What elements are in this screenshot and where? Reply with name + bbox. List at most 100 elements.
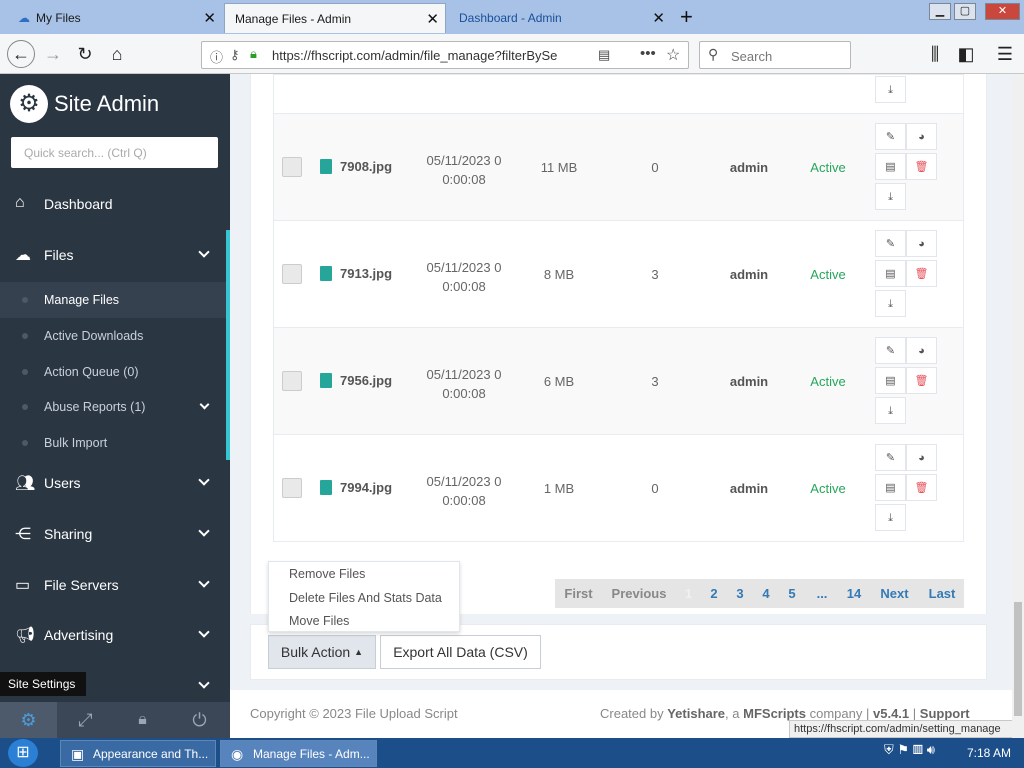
gear-icon[interactable]: ⚙: [0, 702, 57, 738]
quick-search-input[interactable]: Quick search... (Ctrl Q): [11, 137, 218, 168]
tab-manage-files[interactable]: Manage Files - Admin ✕: [224, 3, 446, 33]
fullscreen-icon[interactable]: ⤢: [57, 702, 114, 738]
pagination-last[interactable]: Last: [920, 579, 964, 608]
search-input[interactable]: ⚲ Search: [699, 41, 851, 69]
file-info-icon[interactable]: ▤: [875, 367, 906, 394]
sidebar-item-dashboard[interactable]: ⌂ Dashboard: [0, 179, 226, 229]
sidebar-toggle-icon[interactable]: ◧: [954, 42, 978, 66]
bulk-action-button[interactable]: Bulk Action ▲: [268, 635, 376, 669]
download-icon[interactable]: ⤓: [875, 183, 906, 210]
download-icon[interactable]: ⤓: [875, 290, 906, 317]
trash-icon[interactable]: 🗑︎: [906, 474, 937, 501]
pagination-previous[interactable]: Previous: [602, 579, 676, 608]
maximize-icon[interactable]: ▢: [954, 3, 976, 20]
pie-chart-icon[interactable]: ◕: [906, 123, 937, 150]
forward-icon[interactable]: →: [41, 42, 65, 66]
home-icon[interactable]: ⌂: [105, 42, 129, 66]
mfscripts-link[interactable]: MFScripts: [743, 706, 806, 721]
reader-view-icon[interactable]: ▤: [598, 47, 610, 63]
sidebar-subitem-abuse-reports[interactable]: Abuse Reports (1): [0, 389, 226, 425]
file-name-link[interactable]: 7908.jpg: [320, 159, 392, 174]
new-tab-icon[interactable]: +: [680, 4, 693, 30]
menu-item-remove-files[interactable]: Remove Files: [289, 567, 365, 581]
sidebar-item-file-servers[interactable]: ▭ File Servers: [0, 560, 226, 610]
trash-icon[interactable]: 🗑︎: [906, 367, 937, 394]
edit-icon[interactable]: ✎: [875, 230, 906, 257]
file-date: 05/11/2023 0 0:00:08: [419, 151, 509, 189]
pagination-page-current[interactable]: 1: [676, 579, 701, 608]
sidebar-item-users[interactable]: 👥︎ Users: [0, 458, 226, 508]
tab-dashboard[interactable]: Dashboard - Admin ✕: [449, 3, 671, 33]
lock-icon[interactable]: 🔒︎: [114, 702, 171, 738]
taskbar-item-appearance[interactable]: ▣ Appearance and Th...: [60, 740, 216, 767]
trash-icon[interactable]: 🗑︎: [906, 260, 937, 287]
bookmark-star-icon[interactable]: ☆: [666, 45, 680, 65]
start-button-icon[interactable]: ⊞: [8, 739, 38, 767]
menu-item-delete-files-stats[interactable]: Delete Files And Stats Data: [289, 591, 442, 605]
sidebar-subitem-manage-files[interactable]: Manage Files: [0, 282, 226, 318]
tab-my-files[interactable]: ☁ My Files ✕: [8, 3, 222, 33]
sidebar-item-files[interactable]: ☁ Files: [0, 230, 226, 280]
pie-chart-icon[interactable]: ◕: [906, 444, 937, 471]
menu-item-move-files[interactable]: Move Files: [289, 614, 349, 628]
search-placeholder: Search: [731, 49, 773, 64]
company-link[interactable]: Yetishare: [667, 706, 725, 721]
pie-chart-icon[interactable]: ◕: [906, 230, 937, 257]
download-icon[interactable]: ⤓: [875, 76, 906, 103]
row-checkbox[interactable]: [282, 371, 302, 391]
pagination-first[interactable]: First: [555, 579, 602, 608]
created-by: Created by: [600, 706, 664, 721]
url-text[interactable]: https://fhscript.com/admin/file_manage?f…: [272, 48, 562, 63]
file-info-icon[interactable]: ▤: [875, 260, 906, 287]
edit-icon[interactable]: ✎: [875, 123, 906, 150]
reload-icon[interactable]: ↻: [73, 42, 97, 66]
sidebar-subitem-active-downloads[interactable]: Active Downloads: [0, 318, 226, 354]
library-icon[interactable]: ⫼: [923, 42, 947, 66]
trash-icon[interactable]: 🗑︎: [906, 153, 937, 180]
pagination-page[interactable]: 2: [701, 579, 727, 608]
pagination-next[interactable]: Next: [869, 579, 920, 608]
close-tab-icon[interactable]: ✕: [652, 9, 665, 27]
sidebar-subitem-action-queue[interactable]: Action Queue (0): [0, 354, 226, 390]
more-actions-icon[interactable]: •••: [640, 45, 656, 62]
edit-icon[interactable]: ✎: [875, 444, 906, 471]
home-icon: ⌂: [15, 194, 25, 211]
page-scrollbar[interactable]: [1012, 74, 1024, 738]
sidebar-item-advertising[interactable]: 📢︎ Advertising: [0, 610, 226, 660]
row-checkbox[interactable]: [282, 157, 302, 177]
info-icon[interactable]: ⓘ: [210, 47, 223, 66]
close-tab-icon[interactable]: ✕: [203, 9, 216, 27]
edit-icon[interactable]: ✎: [875, 337, 906, 364]
file-date: 05/11/2023 0 0:00:08: [419, 258, 509, 296]
download-icon[interactable]: ⤓: [875, 397, 906, 424]
pie-chart-icon[interactable]: ◕: [906, 337, 937, 364]
pagination-page[interactable]: 14: [839, 579, 869, 608]
sidebar-subitem-bulk-import[interactable]: Bulk Import: [0, 425, 226, 461]
brand[interactable]: ⚙ Site Admin: [0, 74, 230, 134]
scrollbar-thumb[interactable]: [1014, 602, 1022, 716]
url-bar[interactable]: ⓘ ⚷ 🔒︎ https://fhscript.com/admin/file_m…: [201, 41, 689, 69]
sidebar-item-label: Dashboard: [44, 196, 113, 212]
pagination-page[interactable]: 4: [753, 579, 779, 608]
download-icon[interactable]: ⤓: [875, 504, 906, 531]
file-name-link[interactable]: 7956.jpg: [320, 373, 392, 388]
pagination-page[interactable]: 5: [779, 579, 805, 608]
export-csv-button[interactable]: Export All Data (CSV): [380, 635, 541, 669]
chevron-down-icon: [198, 626, 210, 638]
close-window-icon[interactable]: ✕: [985, 3, 1020, 20]
sidebar-item-sharing[interactable]: ⋲ Sharing: [0, 509, 226, 559]
row-checkbox[interactable]: [282, 264, 302, 284]
file-name-link[interactable]: 7913.jpg: [320, 266, 392, 281]
pagination-page[interactable]: 3: [727, 579, 753, 608]
taskbar-item-firefox[interactable]: ◉ Manage Files - Adm...: [220, 740, 377, 767]
minimize-icon[interactable]: ▁: [929, 3, 951, 20]
power-icon[interactable]: ⏻: [171, 702, 228, 738]
menu-icon[interactable]: ☰: [993, 42, 1017, 66]
back-icon[interactable]: ←: [7, 40, 35, 68]
support-link[interactable]: Support: [920, 706, 970, 721]
file-name-link[interactable]: 7994.jpg: [320, 480, 392, 495]
file-info-icon[interactable]: ▤: [875, 474, 906, 501]
file-info-icon[interactable]: ▤: [875, 153, 906, 180]
close-tab-icon[interactable]: ✕: [426, 10, 439, 28]
row-checkbox[interactable]: [282, 478, 302, 498]
